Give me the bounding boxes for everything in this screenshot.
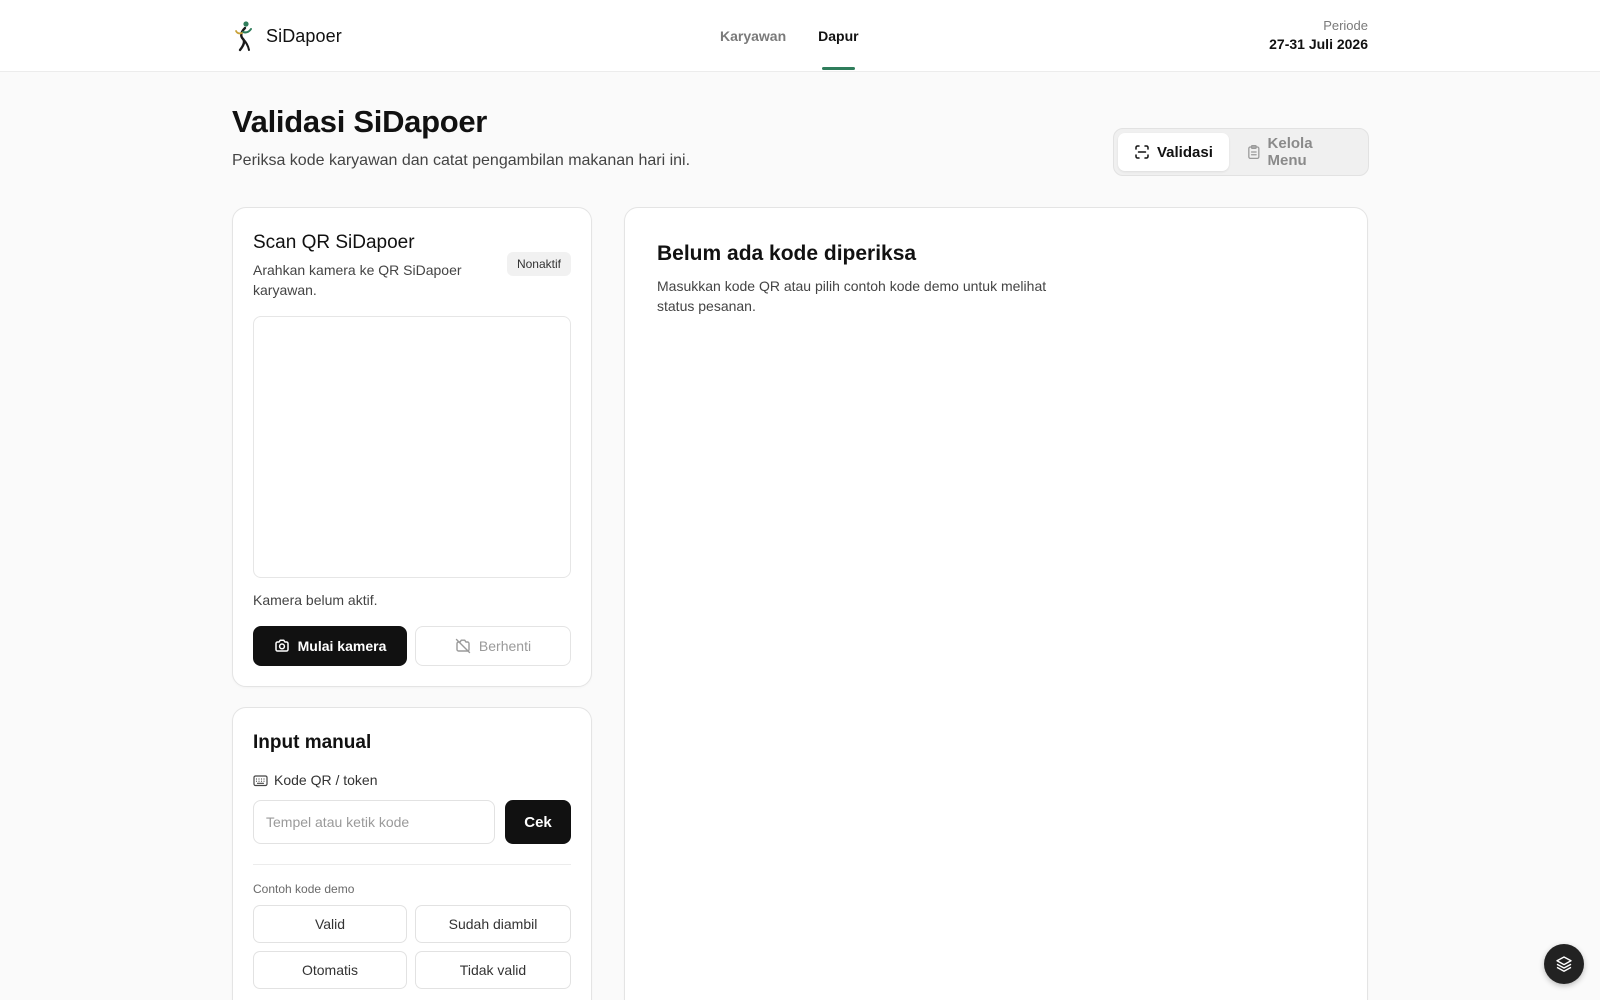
result-description: Masukkan kode QR atau pilih contoh kode … <box>657 278 1047 314</box>
page-subtitle: Periksa kode karyawan dan catat pengambi… <box>232 152 691 169</box>
period-label: Periode <box>1323 18 1368 33</box>
code-label-text: Kode QR / token <box>274 772 378 788</box>
period-info: Periode 27-31 Juli 2026 <box>1269 18 1368 52</box>
divider <box>253 864 571 865</box>
mode-toggle: Validasi Kelola Menu <box>1113 128 1369 176</box>
nav-item-karyawan[interactable]: Karyawan <box>720 0 786 72</box>
start-camera-label: Mulai kamera <box>297 638 387 654</box>
demo-code-taken-button[interactable]: Sudah diambil <box>415 905 571 943</box>
top-bar: SiDapoer Karyawan Dapur Periode 27-31 Ju… <box>0 0 1600 72</box>
clipboard-icon <box>1248 144 1260 160</box>
tab-kelola-menu[interactable]: Kelola Menu <box>1231 133 1364 171</box>
result-panel: Belum ada kode diperiksa Masukkan kode Q… <box>624 207 1368 1000</box>
layers-floating-button[interactable] <box>1544 944 1584 984</box>
runner-logo-icon <box>235 21 252 52</box>
keyboard-icon <box>253 774 268 786</box>
stop-camera-button[interactable]: Berhenti <box>415 626 571 666</box>
scan-description: Arahkan kamera ke QR SiDapoer karyawan. <box>253 262 462 298</box>
code-field-label: Kode QR / token <box>253 772 378 788</box>
camera-status-text: Kamera belum aktif. <box>253 592 378 608</box>
demo-code-auto-button[interactable]: Otomatis <box>253 951 407 989</box>
check-code-button[interactable]: Cek <box>505 800 571 844</box>
nav-item-dapur[interactable]: Dapur <box>818 0 859 72</box>
demo-code-valid-button[interactable]: Valid <box>253 905 407 943</box>
code-input[interactable] <box>253 800 495 844</box>
main-nav: Karyawan Dapur <box>720 0 859 72</box>
period-value: 27-31 Juli 2026 <box>1269 36 1368 52</box>
manual-input-card: Input manual Kode QR / token Cek Contoh … <box>232 707 592 1000</box>
tab-validasi-label: Validasi <box>1157 143 1213 161</box>
scan-icon <box>1135 145 1149 159</box>
brand[interactable]: SiDapoer <box>232 20 342 52</box>
demo-codes: Valid Sudah diambil Otomatis Tidak valid <box>253 905 571 989</box>
camera-off-icon <box>455 638 471 654</box>
camera-icon <box>274 639 289 652</box>
demo-code-invalid-button[interactable]: Tidak valid <box>415 951 571 989</box>
brand-name: SiDapoer <box>266 25 342 46</box>
tab-kelola-menu-label: Kelola Menu <box>1267 135 1313 169</box>
manual-title: Input manual <box>253 732 372 753</box>
scan-title: Scan QR SiDapoer <box>253 232 415 253</box>
tab-validasi[interactable]: Validasi <box>1118 133 1229 171</box>
layers-icon <box>1556 956 1572 972</box>
camera-viewport <box>253 316 571 578</box>
page-title: Validasi SiDapoer <box>232 104 488 139</box>
start-camera-button[interactable]: Mulai kamera <box>253 626 407 666</box>
stop-camera-label: Berhenti <box>478 638 532 654</box>
scan-card: Scan QR SiDapoer Arahkan kamera ke QR Si… <box>232 207 592 687</box>
camera-status-badge: Nonaktif <box>506 252 571 276</box>
result-title: Belum ada kode diperiksa <box>657 242 917 265</box>
demo-codes-label: Contoh kode demo <box>253 882 355 896</box>
